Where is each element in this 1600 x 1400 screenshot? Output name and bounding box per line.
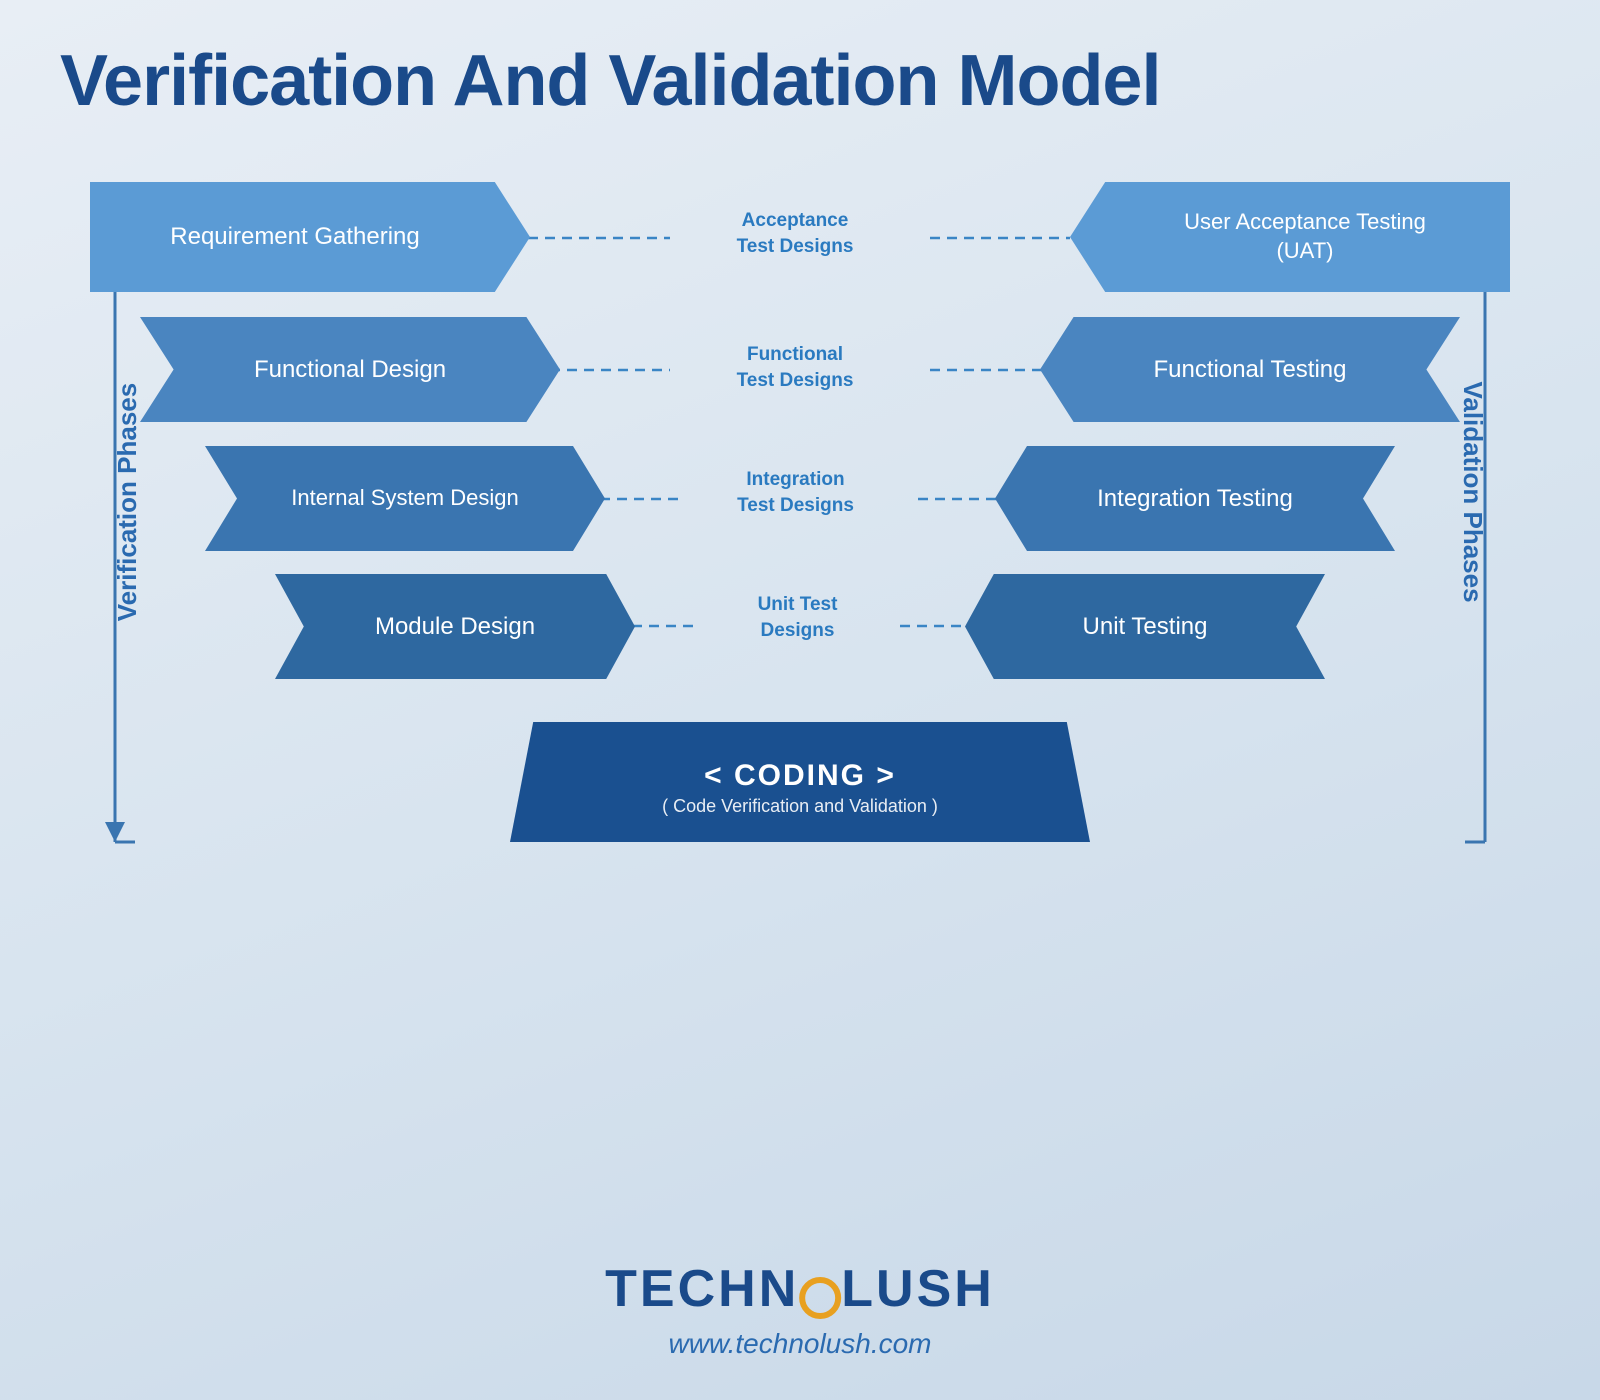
coding-sub-text: ( Code Verification and Validation ) (662, 795, 938, 818)
page-title: Verification And Validation Model (0, 0, 1600, 142)
func-testing-box: Functional Testing (1040, 317, 1460, 422)
coding-box: < CODING > ( Code Verification and Valid… (510, 722, 1090, 842)
verification-phases-label: Verification Phases (112, 482, 142, 513)
module-design-box: Module Design (275, 574, 635, 679)
uat-box: User Acceptance Testing(UAT) (1070, 182, 1510, 292)
unit-testing-box: Unit Testing (965, 574, 1325, 679)
logo-o-icon (799, 1277, 841, 1319)
diagram-container: Requirement Gathering Functional Design … (60, 162, 1540, 1062)
logo: TECHNLUSH (605, 1259, 995, 1323)
coding-main-text: < CODING > (704, 756, 896, 795)
logo-area: TECHNLUSH www.technolush.com (605, 1259, 995, 1360)
logo-url: www.technolush.com (605, 1328, 995, 1360)
functional-label: FunctionalTest Designs (680, 342, 910, 393)
func-design-box: Functional Design (140, 317, 560, 422)
req-gathering-box: Requirement Gathering (90, 182, 530, 292)
integration-testing-box: Integration Testing (995, 446, 1395, 551)
validation-phases-label: Validation Phases (1458, 482, 1488, 513)
integration-label: IntegrationTest Designs (688, 467, 903, 518)
acceptance-label: AcceptanceTest Designs (680, 208, 910, 259)
unit-label: Unit TestDesigns (700, 592, 895, 643)
internal-design-box: Internal System Design (205, 446, 605, 551)
